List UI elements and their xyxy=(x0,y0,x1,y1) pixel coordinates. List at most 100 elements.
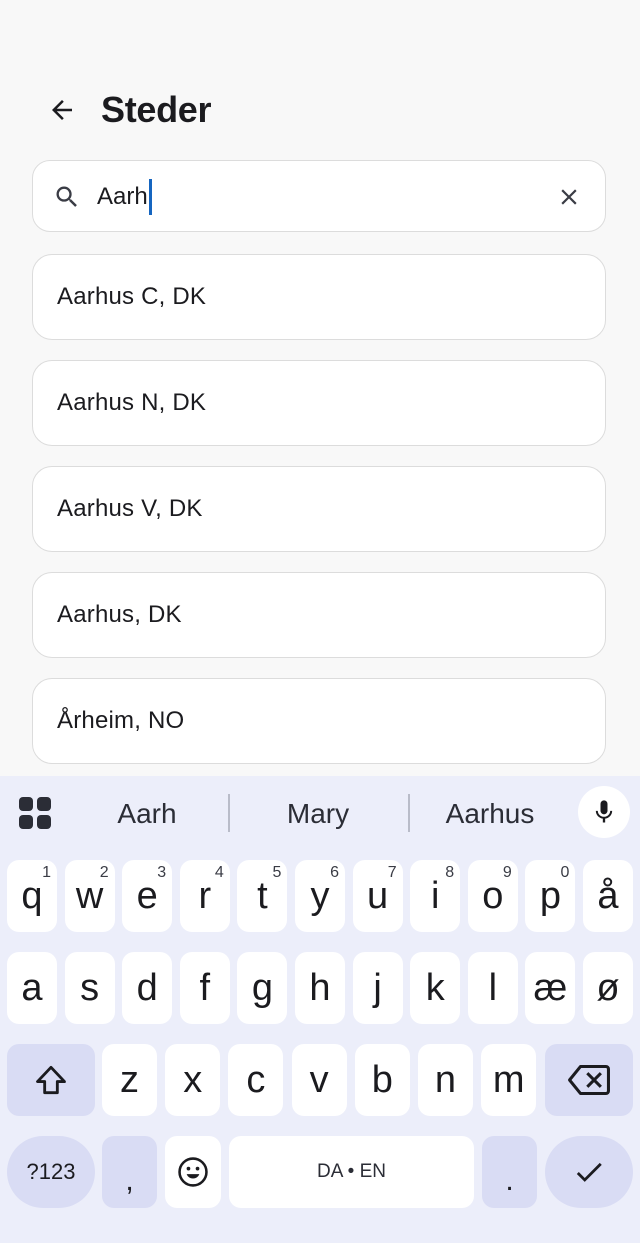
result-label: Årheim, NO xyxy=(57,707,185,734)
emoji-icon xyxy=(178,1157,208,1187)
key-h[interactable]: h xyxy=(295,952,345,1024)
key-label: p xyxy=(539,874,561,917)
key-m[interactable]: m xyxy=(481,1044,537,1116)
key-w[interactable]: w2 xyxy=(64,860,115,932)
key-label: s xyxy=(80,966,100,1009)
key-i[interactable]: i8 xyxy=(410,860,461,932)
result-label: Aarhus C, DK xyxy=(57,283,207,310)
key-k[interactable]: k xyxy=(410,952,461,1024)
result-item[interactable]: Årheim, NO xyxy=(32,678,606,764)
suggestion-divider xyxy=(408,794,410,832)
key-b[interactable]: b xyxy=(354,1044,410,1116)
suggestion-divider xyxy=(228,794,230,832)
key-t[interactable]: t5 xyxy=(237,860,288,932)
key-label: j xyxy=(373,966,382,1009)
space-key[interactable]: DA • EN xyxy=(229,1136,474,1208)
result-item[interactable]: Aarhus C, DK xyxy=(32,254,606,340)
key-s[interactable]: s xyxy=(64,952,115,1024)
emoji-key[interactable] xyxy=(165,1136,221,1208)
clear-search-button[interactable] xyxy=(551,179,587,215)
key-d[interactable]: d xyxy=(122,952,173,1024)
key-hint: 5 xyxy=(272,864,282,881)
checkmark-icon xyxy=(576,1162,602,1182)
key-å[interactable]: å xyxy=(583,860,633,932)
microphone-icon xyxy=(595,800,613,823)
result-label: Aarhus V, DK xyxy=(57,495,203,522)
key-label: o xyxy=(482,874,504,917)
comma-label: , xyxy=(125,1164,134,1197)
key-y[interactable]: y6 xyxy=(295,860,345,932)
key-label: a xyxy=(21,966,43,1009)
key-g[interactable]: g xyxy=(237,952,288,1024)
search-field[interactable]: Aarh xyxy=(32,160,606,232)
result-label: Aarhus N, DK xyxy=(57,389,207,416)
key-label: r xyxy=(198,874,212,917)
key-r[interactable]: r4 xyxy=(179,860,230,932)
on-screen-keyboard: Aarh Mary Aarhus q1w2e3r4t5y6u7i8o9p0å a… xyxy=(0,776,640,1243)
period-label: . xyxy=(505,1164,514,1197)
key-æ[interactable]: æ xyxy=(525,952,576,1024)
key-j[interactable]: j xyxy=(352,952,403,1024)
key-p[interactable]: p0 xyxy=(525,860,576,932)
page-title: Steder xyxy=(101,89,212,130)
key-label: m xyxy=(492,1058,525,1101)
symbols-key[interactable]: ?123 xyxy=(7,1136,95,1208)
key-label: v xyxy=(309,1058,329,1101)
key-label: n xyxy=(434,1058,457,1101)
key-q[interactable]: q1 xyxy=(7,860,57,932)
key-label: b xyxy=(371,1058,393,1101)
key-hint: 4 xyxy=(214,864,224,881)
key-ø[interactable]: ø xyxy=(583,952,633,1024)
comma-key[interactable]: , xyxy=(102,1136,157,1208)
key-label: æ xyxy=(533,966,568,1009)
key-label: t xyxy=(257,874,268,917)
key-o[interactable]: o9 xyxy=(467,860,518,932)
suggestion-item[interactable]: Mary xyxy=(250,794,386,834)
key-label: c xyxy=(246,1058,266,1101)
suggestion-item[interactable]: Aarh xyxy=(86,794,208,834)
voice-input-button[interactable] xyxy=(578,786,630,838)
result-item[interactable]: Aarhus N, DK xyxy=(32,360,606,446)
shift-key[interactable] xyxy=(7,1044,95,1116)
apps-grid-icon[interactable] xyxy=(18,796,52,830)
key-label: u xyxy=(367,874,389,917)
back-button[interactable] xyxy=(38,86,86,134)
key-v[interactable]: v xyxy=(291,1044,347,1116)
key-z[interactable]: z xyxy=(102,1044,157,1116)
key-label: l xyxy=(488,966,498,1009)
key-n[interactable]: n xyxy=(418,1044,473,1116)
key-label: y xyxy=(310,874,330,917)
key-hint: 3 xyxy=(157,864,167,881)
key-e[interactable]: e3 xyxy=(122,860,173,932)
suggestion-item[interactable]: Aarhus xyxy=(425,794,555,834)
key-a[interactable]: a xyxy=(7,952,57,1024)
key-hint: 0 xyxy=(560,864,570,881)
suggestion-bar: Aarh Mary Aarhus xyxy=(0,776,640,850)
result-label: Aarhus, DK xyxy=(57,601,182,628)
key-f[interactable]: f xyxy=(179,952,230,1024)
key-label: q xyxy=(21,874,43,917)
key-label: f xyxy=(199,966,211,1009)
key-u[interactable]: u7 xyxy=(352,860,403,932)
key-l[interactable]: l xyxy=(467,952,518,1024)
text-cursor xyxy=(148,179,152,215)
key-label: å xyxy=(597,874,619,917)
key-hint: 7 xyxy=(387,864,397,881)
period-key[interactable]: . xyxy=(482,1136,537,1208)
backspace-key[interactable] xyxy=(545,1044,633,1116)
backspace-icon xyxy=(568,1064,610,1096)
result-item[interactable]: Aarhus, DK xyxy=(32,572,606,658)
close-icon xyxy=(561,189,577,205)
key-label: i xyxy=(430,874,440,917)
key-hint: 6 xyxy=(330,864,339,881)
key-hint: 1 xyxy=(42,864,51,881)
key-label: k xyxy=(425,966,445,1009)
app-bar: Steder xyxy=(0,78,640,142)
enter-key[interactable] xyxy=(545,1136,633,1208)
key-label: g xyxy=(251,966,273,1009)
key-label: e xyxy=(136,874,158,917)
key-x[interactable]: x xyxy=(165,1044,221,1116)
key-c[interactable]: c xyxy=(228,1044,284,1116)
search-input[interactable]: Aarh xyxy=(97,179,537,215)
result-item[interactable]: Aarhus V, DK xyxy=(32,466,606,552)
